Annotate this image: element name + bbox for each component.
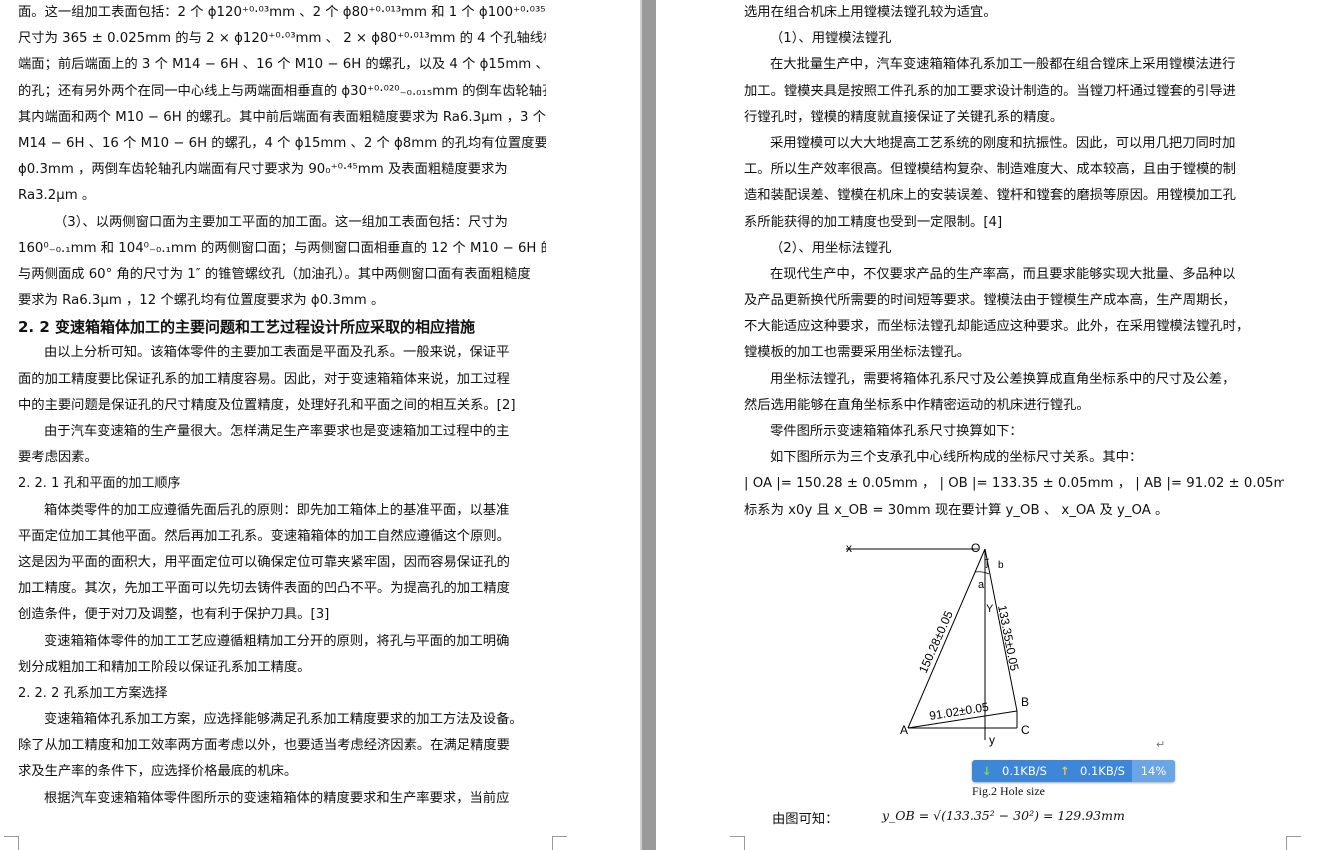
page-gutter — [640, 0, 656, 850]
text-line: | OA |= 150.28 ± 0.05mm ， | OB |= 133.35… — [744, 476, 1284, 492]
text-line: 面。这一组加工表面包括：2 个 ϕ120⁺⁰·⁰³mm 、2 个 ϕ80⁺⁰·⁰… — [18, 5, 546, 20]
text-line: Ra3.2μm 。 — [18, 188, 96, 204]
text-line: 系所能获得的加工精度也受到一定限制。[4] — [744, 214, 1003, 230]
text-line: 如下图所示为三个支承孔中心线所构成的坐标尺寸关系。其中： — [770, 450, 1143, 466]
text-line: 创造条件，便于对刀及调整，也有利于保护刀具。[3] — [18, 607, 330, 623]
left-page-text: 面。这一组加工表面包括：2 个 ϕ120⁺⁰·⁰³mm 、2 个 ϕ80⁺⁰·⁰… — [18, 0, 546, 812]
ob-dimension-label: 133.35±0.05 — [995, 604, 1022, 672]
download-speed: 0.1KB/S — [1002, 764, 1047, 778]
angle-arc-a — [974, 571, 990, 575]
figure-caption: Fig.2 Hole size — [972, 784, 1045, 798]
page-corner-mark — [552, 836, 567, 850]
text-line: 变速箱箱体零件的加工工艺应遵循粗精加工分开的原则，将孔与平面的加工明确 — [44, 633, 510, 649]
text-line: 端面；前后端面上的 3 个 M14 − 6H 、16 个 M10 − 6H 的螺… — [18, 57, 546, 73]
text-line: 面的加工精度要比保证孔系的加工精度容易。因此，对于变速箱箱体来说，加工过程 — [18, 371, 510, 387]
text-line: 工。所以生产效率很高。但镗模结构复杂、制造难度大、成本较高，且由于镗模的制 — [744, 162, 1236, 178]
point-a-label: A — [900, 723, 908, 737]
oa-dimension-label: 150.28±0.05 — [916, 608, 956, 675]
ab-dimension-label: 91.02±0.05 — [928, 700, 990, 723]
point-b-label: B — [1021, 695, 1029, 709]
left-page: 面。这一组加工表面包括：2 个 ϕ120⁺⁰·⁰³mm 、2 个 ϕ80⁺⁰·⁰… — [0, 0, 640, 850]
text-line: 的孔；还有另外两个在同一中心线上与两端面相垂直的 ϕ30⁺⁰·⁰²⁰₋₀.₀₁₅… — [18, 83, 546, 99]
text-line: 划分成粗加工和精加工阶段以保证孔系加工精度。 — [18, 659, 311, 675]
text-line: M14 − 6H 、16 个 M10 − 6H 的螺孔，4 个 ϕ15mm 、2… — [18, 135, 546, 151]
text-line: ϕ0.3mm ，两倒车齿轮轴孔内端面有尺寸要求为 90₀⁺⁰·⁴⁵mm 及表面粗… — [18, 162, 508, 178]
text-line: 中的主要问题是保证孔的尺寸精度及位置精度，处理好孔和平面之间的相互关系。[2] — [18, 397, 516, 413]
text-line: 平面定位加工其他平面。然后再加工孔系。变速箱箱体的加工自然应遵循这个原则。 — [18, 528, 510, 544]
text-line: 要考虑因素。 — [18, 450, 98, 466]
text-line: 选用在组合机床上用镗模法镗孔较为适宜。 — [744, 5, 997, 20]
text-line: 及产品更新换代所需要的时间短等要求。镗模法由于镗模生产成本高，生产周期长， — [744, 293, 1236, 309]
text-line: 根据汽车变速箱箱体零件图所示的变速箱箱体的精度要求和生产率要求，当前应 — [44, 790, 510, 806]
text-line: 与两侧面成 60° 角的尺寸为 1″ 的锥管螺纹孔（加油孔）。其中两侧窗口面有表… — [18, 266, 531, 282]
result-formula: y_OB = √(133.35² − 30²) = 129.93mm — [882, 808, 1125, 823]
text-line: 2. 2 变速箱箱体加工的主要问题和工艺过程设计所应采取的相应措施 — [18, 318, 476, 337]
text-line: 加工。镗模夹具是按照工件孔系的加工要求设计制造的。当镗刀杆通过镗套的引导进 — [744, 83, 1236, 99]
hole-coordinate-diagram: x O j b y a Y 150.28±0.05 133.35±0.05 91… — [846, 541, 1030, 747]
text-line: 尺寸为 365 ± 0.025mm 的与 2 × ϕ120⁺⁰·⁰³mm 、 2… — [18, 31, 546, 47]
upload-speed: 0.1KB/S — [1080, 764, 1125, 778]
text-line: 箱体类零件的加工应遵循先面后孔的原则：即先加工箱体上的基准平面，以基准 — [44, 502, 510, 518]
text-line: （2）、用坐标法镗孔 — [770, 240, 892, 256]
text-line: 在现代生产中，不仅要求产品的生产率高，而且要求能够实现大批量、多品种以 — [770, 266, 1236, 282]
result-prefix: 由图可知： — [772, 812, 839, 827]
text-line: 由以上分析可知。该箱体零件的主要加工表面是平面及孔系。一般来说，保证平 — [44, 345, 510, 361]
text-line: （1）、用镗模法镗孔 — [770, 31, 892, 47]
angle-b-label: b — [998, 560, 1004, 571]
text-line: 加工精度。其次，先加工平面可以先切去铸件表面的凹凸不平。为提高孔的加工精度 — [18, 581, 510, 597]
cpu-percent: 14% — [1132, 760, 1175, 782]
point-c-label: C — [1021, 723, 1030, 737]
text-line: 标系为 x0y 且 x_OB = 30mm 现在要计算 y_OB 、 x_OA … — [744, 502, 1169, 518]
text-line: 2. 2. 1 孔和平面的加工顺序 — [18, 476, 181, 492]
text-line: 行镗孔时，镗模的精度就直接保证了关键孔系的精度。 — [744, 109, 1064, 125]
text-line: 由于汽车变速箱的生产量很大。怎样满足生产率要求也是变速箱加工过程中的主 — [44, 424, 510, 439]
page-corner-mark — [730, 836, 745, 850]
y-axis-label: y — [989, 733, 995, 747]
text-line: 零件图所示变速箱箱体孔系尺寸换算如下： — [770, 424, 1023, 439]
text-line: 要求为 Ra6.3μm ，12 个螺孔均有位置度要求为 ϕ0.3mm 。 — [18, 293, 385, 309]
text-line: （3）、以两侧窗口面为主要加工平面的加工面。这一组加工表面包括：尺寸为 — [54, 214, 508, 230]
text-line: 这是因为平面的面积大，用平面定位可以确保定位可靠夹紧牢固，因而容易保证孔的 — [18, 554, 510, 570]
text-line: 除了从加工精度和加工效率两方面考虑以外，也要适当考虑经济因素。在满足精度要 — [18, 738, 510, 754]
text-line: 造和装配误差、镗模在机床上的安装误差、镗杆和镗套的磨损等原因。用镗模加工孔 — [744, 188, 1236, 204]
text-line: 求及生产率的条件下，应选择价格最底的机床。 — [18, 764, 298, 780]
origin-label: O — [971, 541, 980, 555]
text-line: 2. 2. 2 孔系加工方案选择 — [18, 685, 168, 701]
text-line: 变速箱箱体孔系加工方案，应选择能够满足孔系加工精度要求的加工方法及设备。 — [44, 712, 523, 728]
text-line: 160⁰₋₀.₁mm 和 104⁰₋₀.₁mm 的两侧窗口面；与两侧窗口面相垂直… — [18, 240, 546, 256]
right-page-text: 选用在组合机床上用镗模法镗孔较为适宜。 （1）、用镗模法镗孔在大批量生产中，汽车变… — [744, 0, 1284, 524]
angle-a-label: a — [978, 579, 985, 591]
text-line: 不大能适应这种要求，而坐标法镗孔却能适应这种要求。此外，在采用镗模法镗孔时， — [744, 319, 1250, 335]
text-line: 其内端面和两个 M10 − 6H 的螺孔。其中前后端面有表面粗糙度要求为 Ra6… — [18, 109, 546, 125]
text-line: 用坐标法镗孔，需要将箱体孔系尺寸及公差换算成直角坐标系中的尺寸及公差， — [770, 371, 1236, 387]
network-speed-overlay[interactable]: ↓ 0.1KB/S ↑ 0.1KB/S 14% — [972, 760, 1175, 782]
text-line: 镗模板的加工也需要采用坐标法镗孔。 — [744, 345, 971, 361]
page-corner-mark — [4, 836, 19, 850]
page-corner-mark — [1286, 836, 1301, 850]
upload-arrow-icon: ↑ — [1060, 764, 1070, 778]
text-line: 采用镗模可以大大地提高工艺系统的刚度和抗振性。因此，可以用几把刀同时加 — [770, 135, 1236, 151]
text-line: 然后选用能够在直角坐标系中作精密运动的机床进行镗孔。 — [744, 397, 1090, 413]
text-line: 在大批量生产中，汽车变速箱箱体孔系加工一般都在组合镗床上采用镗模法进行 — [770, 57, 1236, 73]
paragraph-mark: ↵ — [1156, 738, 1166, 751]
download-arrow-icon: ↓ — [982, 764, 992, 778]
angle-gamma-label: Y — [986, 603, 994, 615]
x-axis-label: x — [846, 541, 852, 555]
